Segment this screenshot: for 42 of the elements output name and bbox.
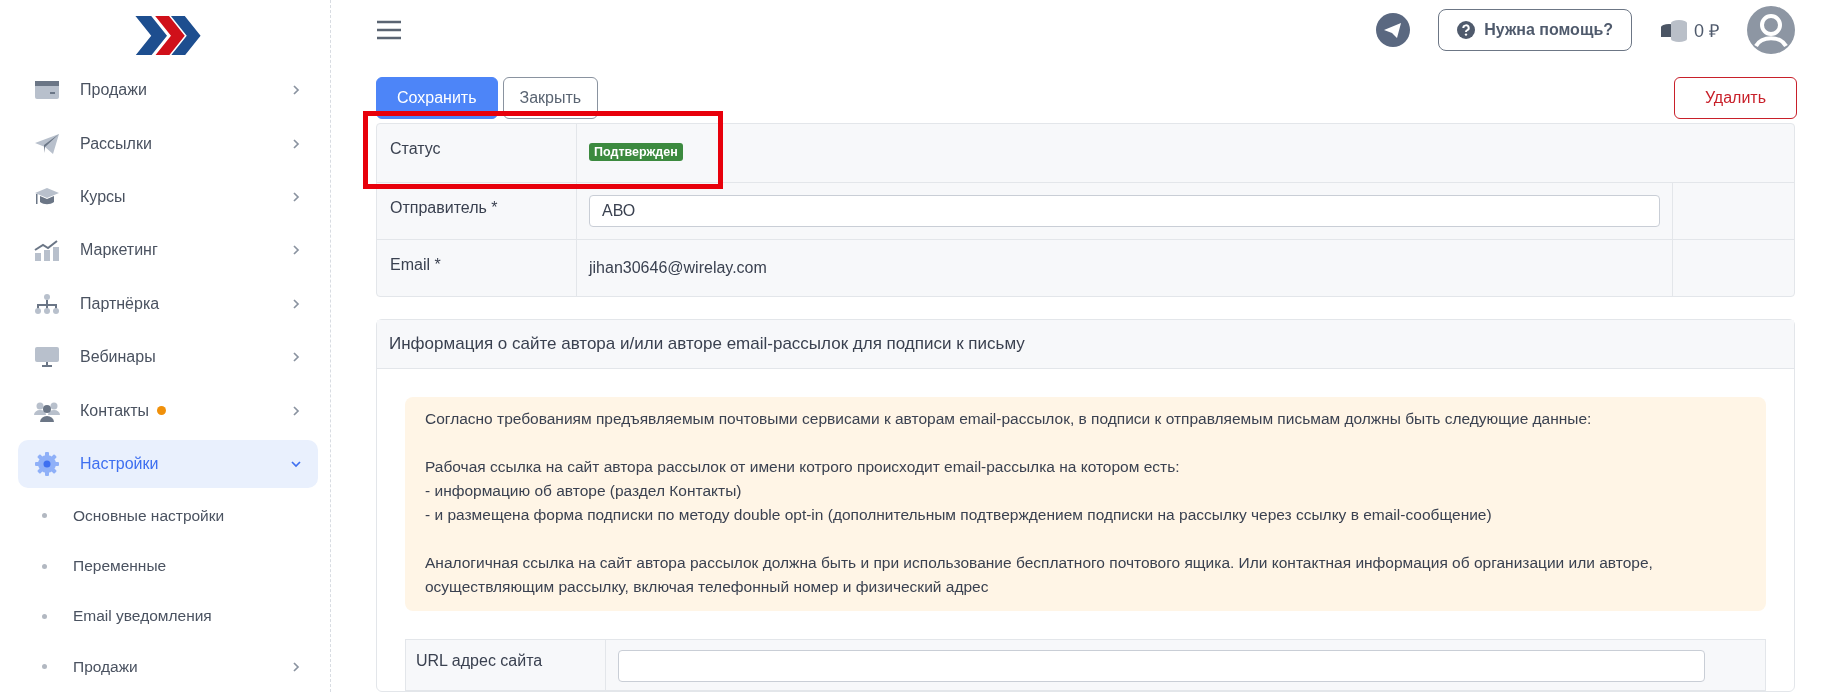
notice-text: - информацию об авторе (раздел Контакты) [425,481,743,501]
sender-field[interactable]: АВО [589,195,1660,227]
avatar-icon[interactable] [1747,5,1795,54]
sidebar-item[interactable]: Курсы [18,173,318,221]
coins-icon [1660,17,1688,42]
field-label: Email * [377,240,577,296]
notice-text: Рабочая ссылка на сайт автора рассылок от имени котрого происходит email-рассылка на котором есть: [425,457,1181,477]
sidebar-item[interactable]: Продажи [18,66,318,114]
monitor-icon [34,346,60,369]
question-icon [1457,20,1476,39]
notice-text: - и размещена форма подписки по методу double opt-in (дополнительным подтверждением подписки на рассылку через ссылку в email-сообщение) [425,505,1493,525]
sidebar-item[interactable]: Вебинары [18,333,318,381]
settings-icon [34,450,60,477]
email-value: jihan30646@wirelay.com [589,259,767,277]
card-icon [34,79,60,102]
sidebar-item[interactable]: Партнёрка [18,280,318,328]
url-field[interactable] [618,650,1705,682]
balance-amount: 0 ₽ [1694,19,1719,42]
sidebar-item[interactable]: Настройки [18,440,318,488]
delete-button[interactable]: Удалить [1673,77,1797,119]
chevrons-logo [135,16,201,56]
notice-text: Аналогичная ссылка на сайт автора рассылок должна быть и при использование бесплатного почтового ящика. Или контактная информация об организации или авторе, осуществляющим рассылку, включая телефонный номер и физический адрес [425,553,1654,597]
submenu-item[interactable]: Основные настройки [18,490,318,541]
field-label: Статус [377,124,577,182]
sidebar-item[interactable]: Рассылки [18,119,318,168]
chevron-right-icon [290,660,302,673]
notice-text: Согласно требованиям предъявляемым почтовыми сервисами к авторам email-рассылок, в подписи к отправляемым письмам должны быть следующие данные: [425,409,1593,429]
help-button[interactable]: Нужна помощь? [1438,8,1632,51]
sidebar-item[interactable]: Контакты [18,386,318,435]
status-badge: Подтвержден [589,143,683,161]
bar-chart-icon [34,239,60,262]
field-label: Отправитель * [377,183,577,239]
panel-title: Информация о сайте автора и/или авторе email-рассылок для подписи к письму [377,320,1794,369]
menu-icon[interactable] [376,18,402,41]
paper-plane-icon[interactable] [1376,12,1411,47]
paper-plane-icon [34,132,60,155]
field-label: URL адрес сайта [406,640,606,690]
submenu-item[interactable]: Email уведомления [18,591,318,642]
submenu-item[interactable]: Переменные [18,540,318,592]
hierarchy-icon [34,292,60,315]
sidebar-item[interactable]: Маркетинг [18,226,318,275]
submenu-item[interactable]: Продажи [18,641,318,692]
